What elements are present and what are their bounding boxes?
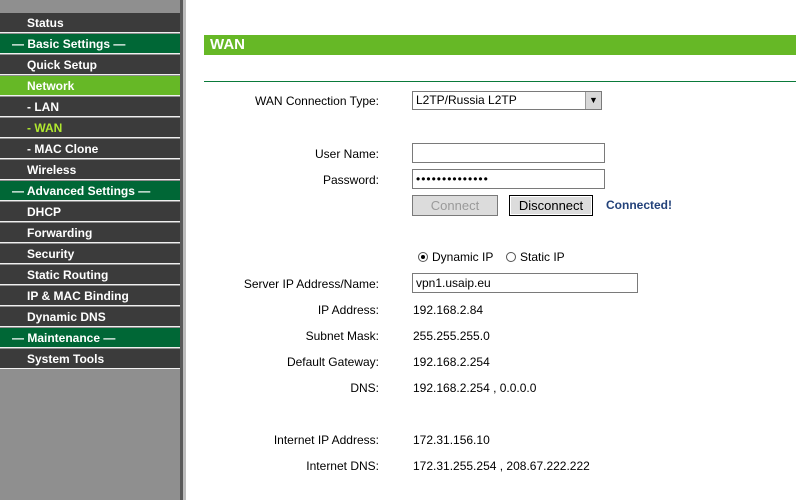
- username-input[interactable]: [412, 143, 605, 163]
- dynamic-ip-label: Dynamic IP: [432, 250, 494, 264]
- sidebar-item-wireless[interactable]: Wireless: [0, 160, 180, 180]
- sidebar-item-system-tools[interactable]: System Tools: [0, 349, 180, 369]
- sidebar: Status — Basic Settings — Quick Setup Ne…: [0, 0, 180, 500]
- sidebar-item-mac-clone[interactable]: - MAC Clone: [0, 139, 180, 159]
- password-label: Password:: [322, 173, 379, 187]
- radio-selected-dot: [421, 255, 425, 259]
- sidebar-item-status[interactable]: Status: [0, 13, 180, 33]
- server-address-label: Server IP Address/Name:: [243, 277, 379, 291]
- sidebar-item-forwarding[interactable]: Forwarding: [0, 223, 180, 243]
- sidebar-section-basic-settings: — Basic Settings —: [0, 34, 180, 54]
- sidebar-item-dynamic-dns[interactable]: Dynamic DNS: [0, 307, 180, 327]
- static-ip-radio[interactable]: [506, 252, 516, 262]
- internet-ip-value: 172.31.156.10: [413, 433, 490, 447]
- username-label: User Name:: [314, 147, 379, 161]
- connect-button[interactable]: Connect: [412, 195, 498, 216]
- server-address-input[interactable]: [412, 273, 638, 293]
- connection-status: Connected!: [606, 198, 672, 212]
- internet-dns-value: 172.31.255.254 , 208.67.222.222: [413, 459, 590, 473]
- frame-divider-highlight: [183, 0, 186, 500]
- sidebar-item-lan[interactable]: - LAN: [0, 97, 180, 117]
- sidebar-item-network[interactable]: Network: [0, 76, 180, 96]
- sidebar-item-ip-mac-binding[interactable]: IP & MAC Binding: [0, 286, 180, 306]
- wan-connection-type-select[interactable]: L2TP/Russia L2TP ▼: [412, 91, 602, 110]
- subnet-mask-value: 255.255.255.0: [413, 329, 490, 343]
- default-gateway-label: Default Gateway:: [286, 355, 379, 369]
- default-gateway-value: 192.168.2.254: [413, 355, 490, 369]
- page-title: WAN: [204, 35, 796, 55]
- dropdown-arrow-icon[interactable]: ▼: [585, 92, 601, 109]
- static-ip-label: Static IP: [520, 250, 565, 264]
- sidebar-item-dhcp[interactable]: DHCP: [0, 202, 180, 222]
- sidebar-item-security[interactable]: Security: [0, 244, 180, 264]
- dns-value: 192.168.2.254 , 0.0.0.0: [413, 381, 537, 395]
- sidebar-item-static-routing[interactable]: Static Routing: [0, 265, 180, 285]
- password-input[interactable]: [412, 169, 605, 189]
- sidebar-section-maintenance: — Maintenance —: [0, 328, 180, 348]
- disconnect-button[interactable]: Disconnect: [509, 195, 593, 216]
- internet-ip-label: Internet IP Address:: [273, 433, 379, 447]
- title-underline: [204, 81, 796, 82]
- dns-label: DNS:: [350, 381, 379, 395]
- sidebar-item-quick-setup[interactable]: Quick Setup: [0, 55, 180, 75]
- internet-dns-label: Internet DNS:: [306, 459, 379, 473]
- wan-connection-type-label: WAN Connection Type:: [254, 94, 379, 108]
- ip-address-value: 192.168.2.84: [413, 303, 484, 317]
- dynamic-ip-radio[interactable]: [418, 252, 428, 262]
- subnet-mask-label: Subnet Mask:: [305, 329, 379, 343]
- sidebar-section-advanced-settings: — Advanced Settings —: [0, 181, 180, 201]
- ip-address-label: IP Address:: [317, 303, 379, 317]
- wan-connection-type-value: L2TP/Russia L2TP: [416, 93, 517, 107]
- sidebar-item-wan[interactable]: - WAN: [0, 118, 180, 138]
